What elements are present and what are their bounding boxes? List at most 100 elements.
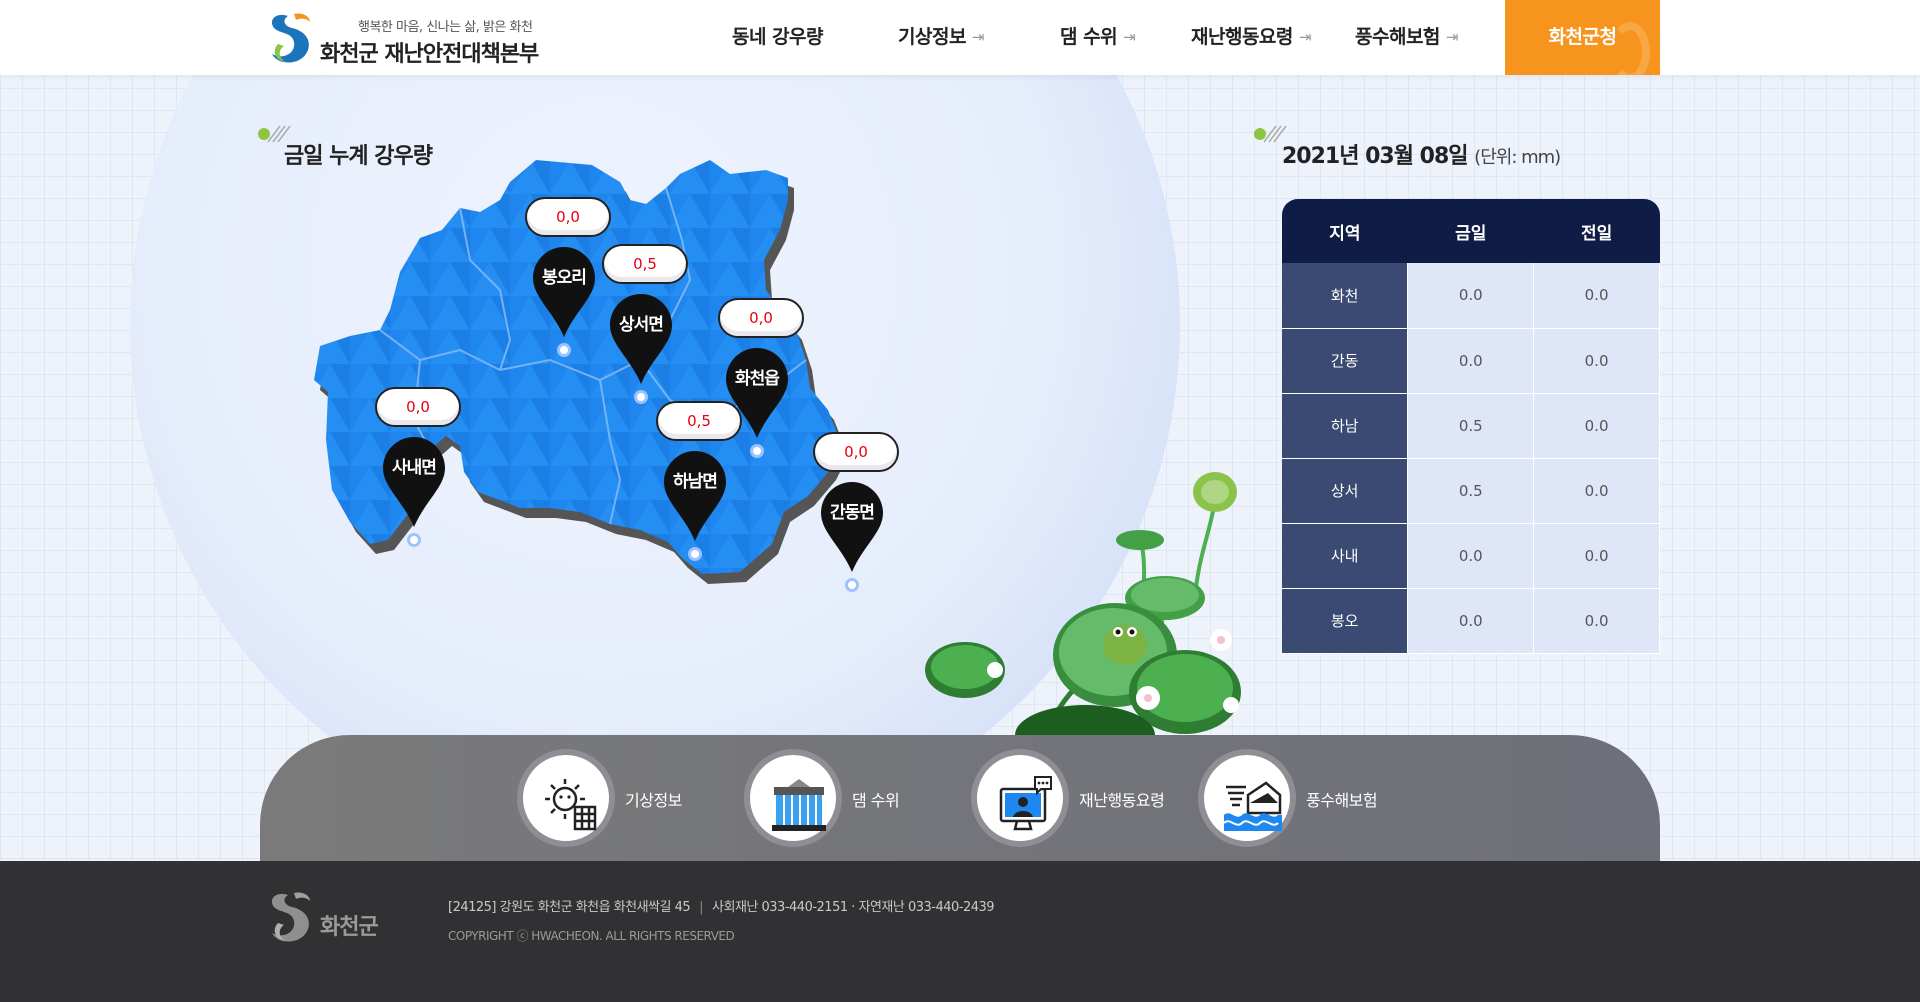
map-pin-hanam[interactable]: 0,5 하남면 bbox=[656, 401, 744, 561]
today-cell: 0.0 bbox=[1407, 523, 1535, 589]
map-marker-icon bbox=[383, 437, 445, 527]
dam-icon bbox=[772, 779, 826, 831]
region-cell: 하남 bbox=[1282, 393, 1409, 459]
nav-local-rainfall[interactable]: 동네 강우량 bbox=[732, 0, 824, 75]
shortcut-icon-circle bbox=[517, 749, 615, 847]
external-link-icon: ⇥ bbox=[971, 28, 985, 46]
external-link-icon: ⇥ bbox=[1123, 28, 1136, 46]
logo-slogan: 행복한 마음, 신나는 삶, 밝은 화천 bbox=[358, 20, 533, 35]
nav-label: 댐 수위 bbox=[1060, 26, 1118, 48]
pin-dot bbox=[407, 533, 421, 547]
today-cell: 0.0 bbox=[1407, 263, 1535, 329]
county-office-button[interactable]: 화천군청 bbox=[1505, 0, 1660, 75]
nav-label: 동네 강우량 bbox=[732, 26, 824, 48]
map-marker-icon bbox=[664, 451, 726, 541]
today-cell: 0.0 bbox=[1407, 588, 1535, 654]
lotus-illustration bbox=[925, 472, 1241, 735]
pin-label: 화천읍 bbox=[735, 369, 780, 389]
weather-icon bbox=[545, 779, 597, 831]
yesterday-cell: 0.0 bbox=[1533, 328, 1660, 394]
nav-disaster-guide[interactable]: 재난행동요령 ⇥ bbox=[1191, 0, 1311, 75]
yesterday-cell: 0.0 bbox=[1533, 458, 1660, 524]
map-pin-sangseo[interactable]: 0,5 상서면 bbox=[602, 244, 690, 404]
logo-mark-icon bbox=[271, 13, 310, 63]
flood-insurance-icon bbox=[1223, 781, 1282, 831]
col-header-region: 지역 bbox=[1282, 199, 1408, 263]
site-logo[interactable]: 행복한 마음, 신나는 삶, 밝은 화천 화천군 재난안전대책본부 bbox=[258, 10, 558, 68]
shortcut-label: 재난행동요령 bbox=[1079, 791, 1165, 810]
rainfall-value: 0,5 bbox=[602, 244, 688, 284]
shortcut-icon-circle bbox=[744, 749, 842, 847]
footer-separator: | bbox=[699, 900, 704, 915]
col-header-today: 금일 bbox=[1407, 199, 1534, 263]
address-text: [24125] 강원도 화천군 화천읍 화천새싹길 45 bbox=[448, 900, 691, 915]
site-header: 행복한 마음, 신나는 삶, 밝은 화천 화천군 재난안전대책본부 동네 강우량… bbox=[0, 0, 1920, 75]
shortcut-bar: 기상정보 댐 수위 재난행동요령 풍수해보험 bbox=[260, 735, 1660, 861]
external-link-icon: ⇥ bbox=[1445, 28, 1459, 46]
table-header-row: 지역 금일 전일 bbox=[1282, 199, 1660, 263]
footer-logo-text: 화천군 bbox=[320, 915, 379, 940]
pin-label: 간동면 bbox=[830, 503, 875, 523]
pin-dot bbox=[688, 547, 702, 561]
pin-dot bbox=[750, 444, 764, 458]
region-cell: 간동 bbox=[1282, 328, 1409, 394]
site-footer: 화천군 [24125] 강원도 화천군 화천읍 화천새싹길 45 | 사회재난 03… bbox=[0, 861, 1920, 1002]
yesterday-cell: 0.0 bbox=[1533, 393, 1660, 459]
shortcut-icon-circle bbox=[1198, 749, 1296, 847]
pin-dot bbox=[634, 390, 648, 404]
table-section-title: 2021년 03월 08일 (단위: mm) bbox=[1282, 138, 1561, 170]
table-row: 하남 0.5 0.0 bbox=[1282, 393, 1660, 459]
col-header-yesterday: 전일 bbox=[1533, 199, 1660, 263]
pin-dot bbox=[557, 343, 571, 357]
rainfall-value: 0,0 bbox=[718, 298, 804, 338]
external-link-icon: ⇥ bbox=[1298, 28, 1312, 46]
logo-title: 화천군 재난안전대책본부 bbox=[320, 42, 539, 67]
nav-weather[interactable]: 기상정보 ⇥ bbox=[898, 0, 985, 75]
pin-label: 하남면 bbox=[673, 472, 718, 492]
rainfall-value: 0,5 bbox=[656, 401, 742, 441]
county-office-label: 화천군청 bbox=[1548, 26, 1617, 48]
today-cell: 0.0 bbox=[1407, 328, 1535, 394]
shortcut-label: 풍수해보험 bbox=[1306, 791, 1378, 810]
yesterday-cell: 0.0 bbox=[1533, 523, 1660, 589]
table-row: 간동 0.0 0.0 bbox=[1282, 328, 1660, 394]
nav-label: 재난행동요령 bbox=[1191, 26, 1293, 48]
phone-text: 사회재난 033-440-2151 · 자연재난 033-440-2439 bbox=[712, 900, 995, 915]
unit-label: (단위: mm) bbox=[1474, 147, 1561, 168]
pin-label: 봉오리 bbox=[542, 268, 587, 288]
map-marker-icon bbox=[610, 294, 672, 384]
footer-logo: 화천군 bbox=[258, 889, 398, 949]
rainfall-date: 2021년 03월 08일 bbox=[1282, 144, 1468, 169]
table-row: 봉오 0.0 0.0 bbox=[1282, 588, 1660, 654]
nav-flood-insurance[interactable]: 풍수해보험 ⇥ bbox=[1355, 0, 1458, 75]
yesterday-cell: 0.0 bbox=[1533, 263, 1660, 329]
nav-label: 기상정보 bbox=[898, 26, 966, 48]
shortcut-label: 댐 수위 bbox=[852, 791, 900, 810]
cta-decoration bbox=[1610, 22, 1650, 75]
region-cell: 사내 bbox=[1282, 523, 1409, 589]
map-pin-sanae[interactable]: 0,0 사내면 bbox=[375, 387, 463, 547]
disaster-guide-icon bbox=[999, 776, 1052, 831]
table-row: 화천 0.0 0.0 bbox=[1282, 263, 1660, 329]
nav-dam-level[interactable]: 댐 수위 ⇥ bbox=[1060, 0, 1136, 75]
map-pin-hwacheon[interactable]: 0,0 화천읍 bbox=[718, 298, 806, 458]
yesterday-cell: 0.0 bbox=[1533, 588, 1660, 654]
table-row: 사내 0.0 0.0 bbox=[1282, 523, 1660, 589]
rainfall-value: 0,0 bbox=[813, 432, 899, 472]
map-pin-bongoh[interactable]: 0,0 봉오리 bbox=[525, 197, 613, 357]
today-cell: 0.5 bbox=[1407, 458, 1535, 524]
region-cell: 봉오 bbox=[1282, 588, 1409, 654]
map-marker-icon bbox=[533, 247, 595, 337]
pin-label: 사내면 bbox=[392, 458, 437, 478]
region-cell: 화천 bbox=[1282, 263, 1409, 329]
pin-dot bbox=[845, 578, 859, 592]
map-pin-gandong[interactable]: 0,0 간동면 bbox=[813, 432, 901, 592]
map-marker-icon bbox=[821, 482, 883, 572]
table-row: 상서 0.5 0.0 bbox=[1282, 458, 1660, 524]
rainfall-value: 0,0 bbox=[525, 197, 611, 237]
pin-label: 상서면 bbox=[619, 315, 664, 335]
shortcut-icon-circle bbox=[971, 749, 1069, 847]
rainfall-table: 지역 금일 전일 화천 0.0 0.0 간동 0.0 0.0 하남 0.5 0.… bbox=[1282, 199, 1660, 654]
nav-label: 풍수해보험 bbox=[1355, 26, 1440, 48]
rainfall-value: 0,0 bbox=[375, 387, 461, 427]
